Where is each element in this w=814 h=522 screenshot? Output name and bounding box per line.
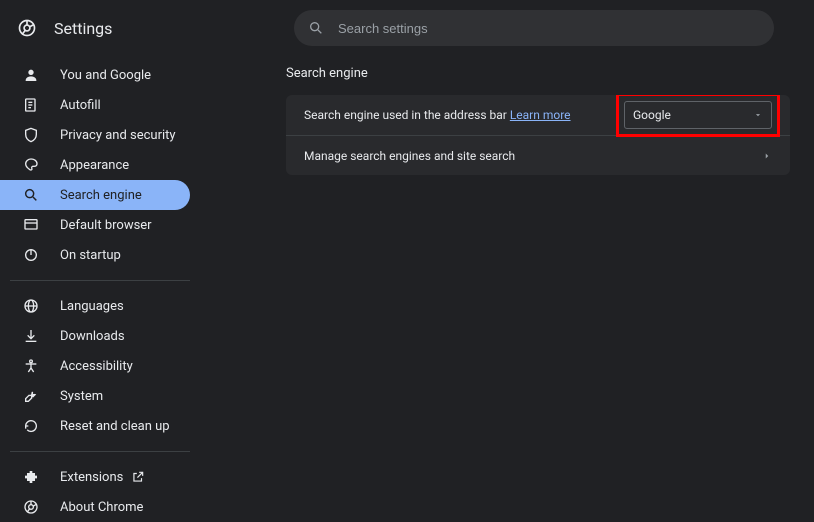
sidebar-item-label: About Chrome bbox=[60, 500, 143, 515]
sidebar-item-system[interactable]: System bbox=[0, 381, 190, 411]
sidebar-item-label: You and Google bbox=[60, 68, 151, 83]
wrench-icon bbox=[22, 387, 40, 405]
section-title: Search engine bbox=[286, 66, 796, 81]
download-icon bbox=[22, 327, 40, 345]
sidebar-item-on-startup[interactable]: On startup bbox=[0, 240, 190, 270]
sidebar-item-label: Default browser bbox=[60, 218, 152, 233]
header: Settings bbox=[0, 0, 814, 56]
accessibility-icon bbox=[22, 357, 40, 375]
sidebar-item-search-engine[interactable]: Search engine bbox=[0, 180, 190, 210]
settings-card: Search engine used in the address bar Le… bbox=[286, 95, 790, 175]
sidebar-item-label: Downloads bbox=[60, 329, 125, 344]
sidebar-item-label: Reset and clean up bbox=[60, 419, 170, 434]
dropdown-arrow-icon bbox=[753, 110, 763, 120]
sidebar-item-label: Privacy and security bbox=[60, 128, 176, 143]
learn-more-link[interactable]: Learn more bbox=[510, 108, 571, 122]
sidebar-item-extensions[interactable]: Extensions bbox=[0, 462, 190, 492]
sidebar-item-label: Appearance bbox=[60, 158, 129, 173]
sidebar-item-downloads[interactable]: Downloads bbox=[0, 321, 190, 351]
search-input[interactable] bbox=[338, 21, 760, 36]
external-link-icon bbox=[131, 470, 145, 484]
row-label: Manage search engines and site search bbox=[304, 149, 762, 163]
reset-icon bbox=[22, 417, 40, 435]
search-engine-dropdown[interactable]: Google bbox=[624, 101, 772, 129]
chevron-right-icon bbox=[762, 151, 772, 161]
divider bbox=[10, 280, 190, 281]
row-label: Search engine used in the address bar Le… bbox=[304, 108, 624, 122]
autofill-icon bbox=[22, 96, 40, 114]
sidebar-item-about-chrome[interactable]: About Chrome bbox=[0, 492, 190, 522]
search-icon bbox=[22, 186, 40, 204]
sidebar-item-label: Accessibility bbox=[60, 359, 133, 374]
row-manage-search-engines[interactable]: Manage search engines and site search bbox=[286, 135, 790, 175]
sidebar: You and Google Autofill Privacy and secu… bbox=[0, 56, 238, 503]
sidebar-item-label: Extensions bbox=[60, 470, 123, 485]
sidebar-item-label: Autofill bbox=[60, 98, 101, 113]
search-icon bbox=[308, 20, 324, 36]
sidebar-item-reset[interactable]: Reset and clean up bbox=[0, 411, 190, 441]
divider bbox=[10, 451, 190, 452]
sidebar-item-appearance[interactable]: Appearance bbox=[0, 150, 190, 180]
sidebar-item-languages[interactable]: Languages bbox=[0, 291, 190, 321]
row-search-engine-used: Search engine used in the address bar Le… bbox=[286, 95, 790, 135]
user-icon bbox=[22, 66, 40, 84]
dropdown-value: Google bbox=[633, 108, 671, 122]
power-icon bbox=[22, 246, 40, 264]
sidebar-item-label: Search engine bbox=[60, 188, 142, 203]
page-title: Settings bbox=[54, 19, 304, 38]
appearance-icon bbox=[22, 156, 40, 174]
sidebar-item-autofill[interactable]: Autofill bbox=[0, 90, 190, 120]
shield-icon bbox=[22, 126, 40, 144]
search-bar[interactable] bbox=[294, 10, 774, 46]
sidebar-item-label: System bbox=[60, 389, 103, 404]
extension-icon bbox=[22, 468, 40, 486]
chrome-logo-icon bbox=[16, 17, 38, 39]
chrome-icon bbox=[22, 498, 40, 516]
sidebar-item-accessibility[interactable]: Accessibility bbox=[0, 351, 190, 381]
browser-icon bbox=[22, 216, 40, 234]
sidebar-item-default-browser[interactable]: Default browser bbox=[0, 210, 190, 240]
sidebar-item-label: Languages bbox=[60, 299, 124, 314]
sidebar-item-label: On startup bbox=[60, 248, 121, 263]
sidebar-item-you-and-google[interactable]: You and Google bbox=[0, 60, 190, 90]
globe-icon bbox=[22, 297, 40, 315]
sidebar-item-privacy[interactable]: Privacy and security bbox=[0, 120, 190, 150]
main-content: Search engine Search engine used in the … bbox=[238, 56, 814, 503]
